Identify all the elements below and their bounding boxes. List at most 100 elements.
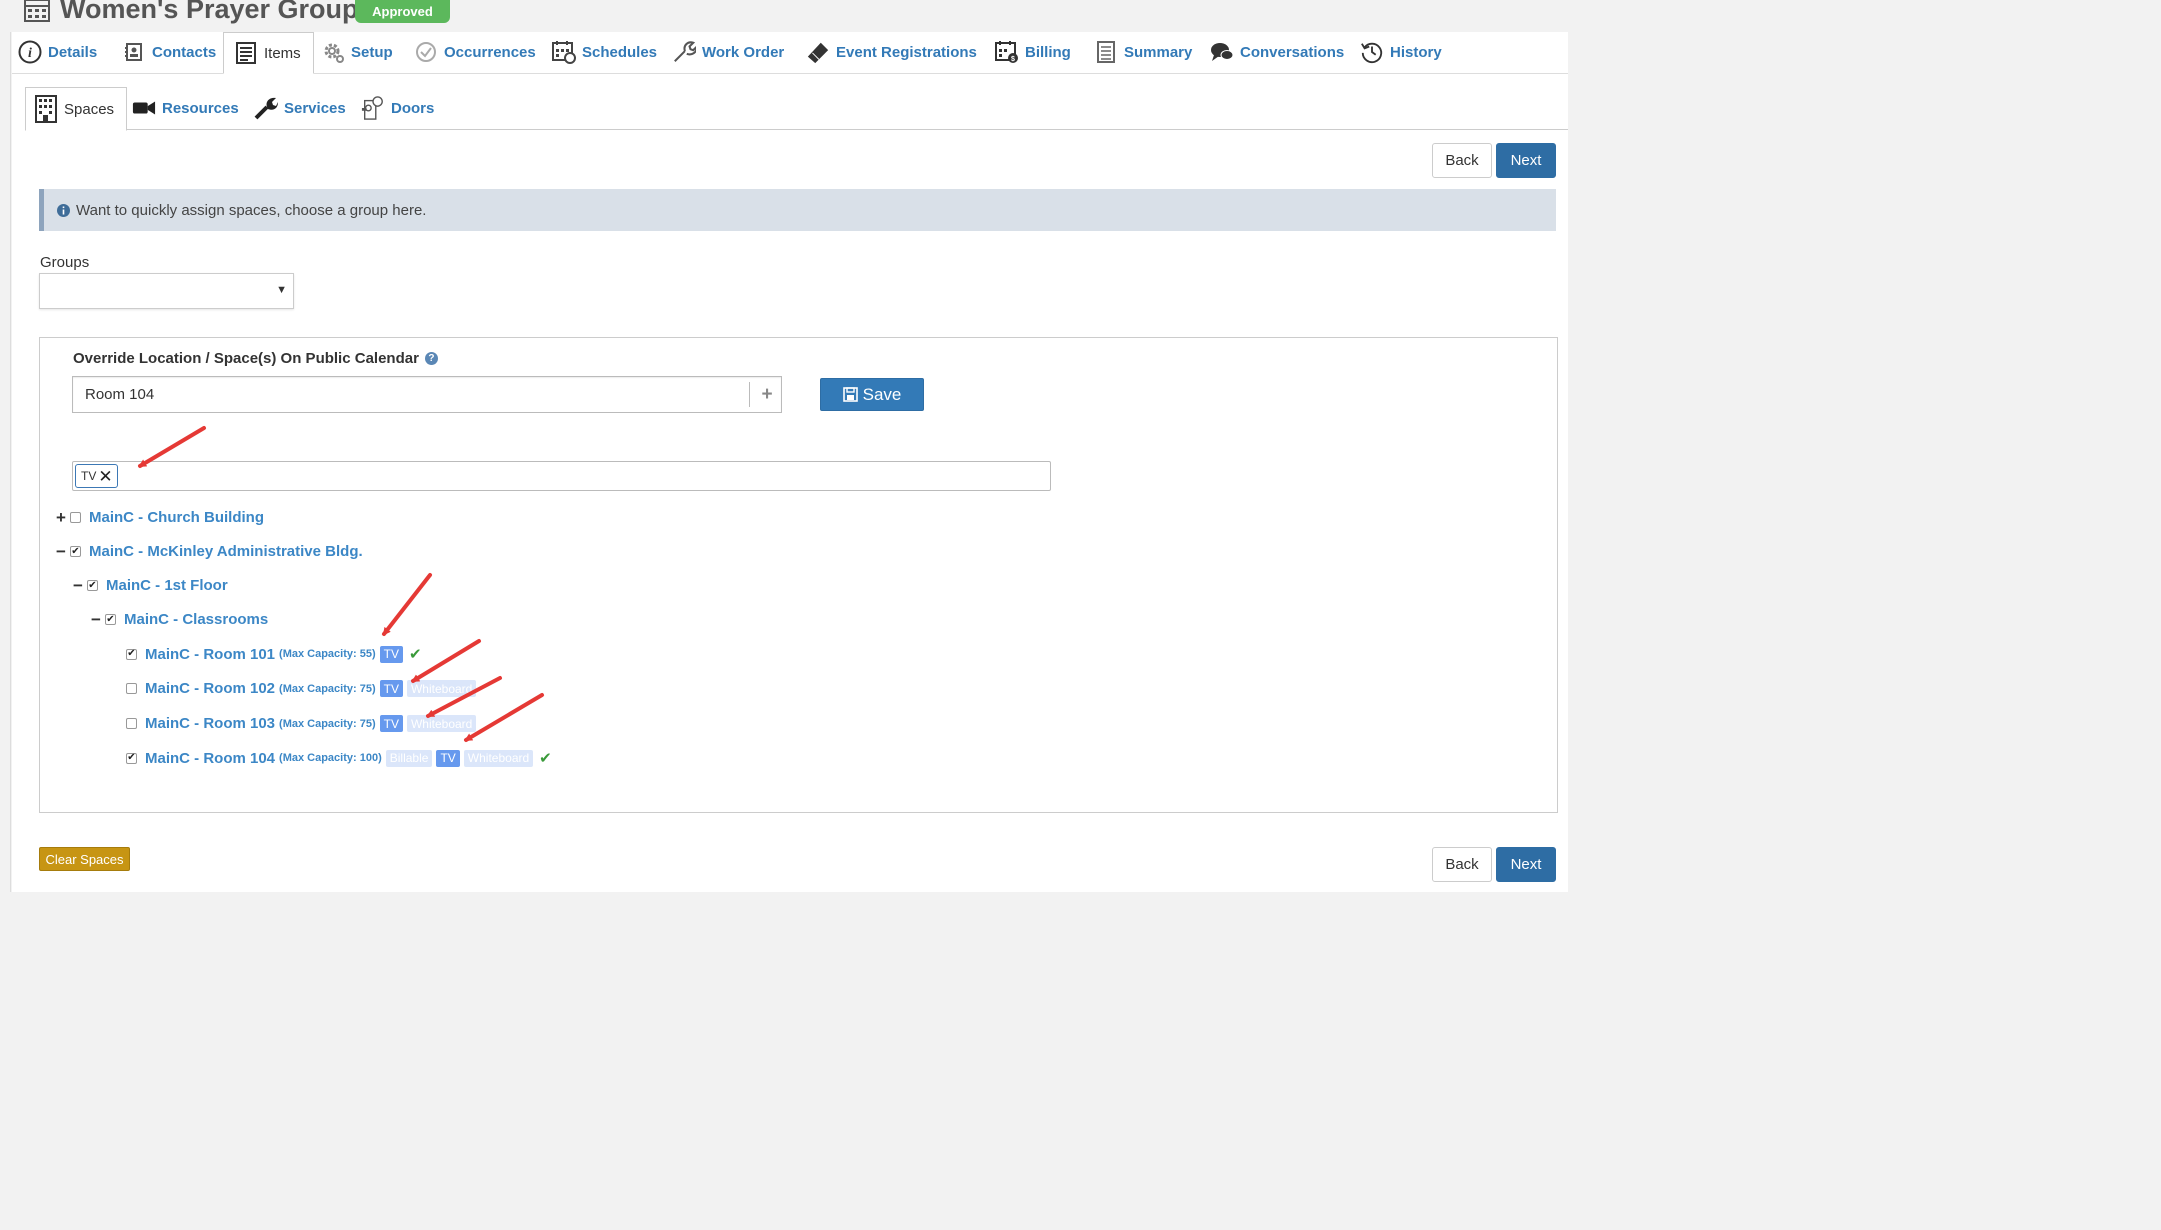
remove-tag-icon[interactable]: ✕ [98,468,112,485]
caret-down-icon: ▼ [276,284,287,296]
left-rule [10,32,11,892]
tree-node-mckinley: − ✔ MainC - McKinley Administrative Bldg… [55,543,363,560]
subtab-services[interactable]: Services [254,88,346,128]
tab-occurrences[interactable]: Occurrences [414,32,536,72]
room-row-102: MainC - Room 102 (Max Capacity: 75) TV W… [126,680,477,697]
room-tag: TV [379,715,403,732]
subtab-label: Spaces [64,100,115,118]
collapse-icon[interactable]: − [72,577,84,594]
room-row-101: ✔ MainC - Room 101 (Max Capacity: 55) TV… [126,645,422,663]
door-icon [361,96,385,120]
tree-checkbox[interactable] [70,512,81,523]
page-title: Women's Prayer Group [60,0,359,24]
room-checkbox[interactable] [126,683,137,694]
tab-label: Occurrences [444,43,536,61]
tab-schedules[interactable]: Schedules [552,32,657,72]
tree-node-label[interactable]: MainC - 1st Floor [106,577,228,594]
groups-select[interactable]: ▼ [39,273,294,309]
tree-node-1st-floor: − ✔ MainC - 1st Floor [72,577,228,594]
collapse-icon[interactable]: − [55,543,67,560]
calendar-icon [552,40,576,64]
info-text: Want to quickly assign spaces, choose a … [76,201,427,219]
room-name[interactable]: MainC - Room 103 [145,715,275,732]
override-location-input[interactable]: Room 104 + [72,376,782,413]
tab-label: Billing [1025,43,1071,61]
document-icon [1094,40,1118,64]
room-capacity: (Max Capacity: 75) [279,682,376,695]
tree-node-label[interactable]: MainC - Classrooms [124,611,268,628]
tree-node-label[interactable]: MainC - Church Building [89,509,264,526]
tab-setup[interactable]: Setup [321,32,393,72]
expand-icon[interactable]: + [55,509,67,526]
info-circle-icon: i [18,40,42,64]
room-tag: TV [379,680,403,697]
room-name[interactable]: MainC - Room 104 [145,750,275,767]
contacts-icon [122,40,146,64]
calendar-icon [24,0,50,22]
divider [749,382,750,407]
room-name[interactable]: MainC - Room 102 [145,680,275,697]
tab-label: Work Order [702,43,785,61]
room-capacity: (Max Capacity: 75) [279,717,376,730]
billing-calendar-icon: $ [995,40,1019,64]
collapse-icon[interactable]: − [90,611,102,628]
back-button[interactable]: Back [1432,143,1492,178]
room-checkbox[interactable]: ✔ [126,752,137,764]
tree-node-church: + MainC - Church Building [55,509,264,526]
room-checkbox[interactable]: ✔ [126,648,137,660]
help-icon[interactable]: ? [424,352,438,365]
save-label: Save [862,384,902,404]
checkmark-icon: ✔ [539,750,552,767]
info-icon [57,203,70,217]
override-label: Override Location / Space(s) On Public C… [73,350,438,367]
tab-label: Event Registrations [836,43,977,61]
subtab-label: Doors [391,99,435,117]
tree-checkbox[interactable]: ✔ [87,580,98,591]
room-checkbox[interactable] [126,718,137,729]
room-tag: TV [436,749,460,767]
room-name[interactable]: MainC - Room 101 [145,646,275,663]
room-row-103: MainC - Room 103 (Max Capacity: 75) TV W… [126,715,477,732]
filter-tag-chip[interactable]: TV ✕ [75,464,118,488]
tab-label: History [1390,43,1442,61]
next-button[interactable]: Next [1496,143,1556,178]
tab-history[interactable]: History [1360,32,1442,72]
tree-node-classrooms: − ✔ MainC - Classrooms [90,611,268,628]
tab-label: Setup [351,43,393,61]
list-icon [234,41,258,65]
svg-text:$: $ [1011,56,1015,63]
ticket-icon [806,40,830,64]
tab-contacts[interactable]: Contacts [122,32,216,72]
chat-icon [1210,40,1234,64]
subtab-resources[interactable]: Resources [132,88,239,128]
tab-label: Details [48,43,98,61]
tree-checkbox[interactable]: ✔ [105,614,116,625]
room-tag: Whiteboard [406,715,477,732]
clear-spaces-button[interactable]: Clear Spaces [39,847,130,871]
main-tabs: i Details Contacts Items Setup Occurrenc… [12,32,1568,74]
history-icon [1360,40,1384,64]
back-button-bottom[interactable]: Back [1432,847,1492,882]
tab-items[interactable]: Items [223,32,314,74]
next-button-bottom[interactable]: Next [1496,847,1556,882]
tab-details[interactable]: i Details [18,32,97,72]
plus-icon[interactable]: + [757,382,777,407]
room-tag: Whiteboard [406,680,477,697]
tab-label: Contacts [152,43,217,61]
subtab-spaces[interactable]: Spaces [25,87,128,131]
tab-event-registrations[interactable]: Event Registrations [806,32,977,72]
subtab-doors[interactable]: Doors [361,88,434,128]
tab-summary[interactable]: Summary [1094,32,1192,72]
tab-work-order[interactable]: Work Order [672,32,784,72]
tree-checkbox[interactable]: ✔ [70,546,81,557]
video-camera-icon [132,96,156,120]
tab-billing[interactable]: $ Billing [995,32,1071,72]
tab-label: Summary [1124,43,1193,61]
room-tag: TV [379,645,403,663]
tab-conversations[interactable]: Conversations [1210,32,1344,72]
building-icon [34,95,58,123]
save-button[interactable]: Save [820,378,924,411]
tree-node-label[interactable]: MainC - McKinley Administrative Bldg. [89,543,363,560]
tag-filter-input[interactable]: TV ✕ [72,461,1051,491]
subtab-label: Resources [162,99,239,117]
